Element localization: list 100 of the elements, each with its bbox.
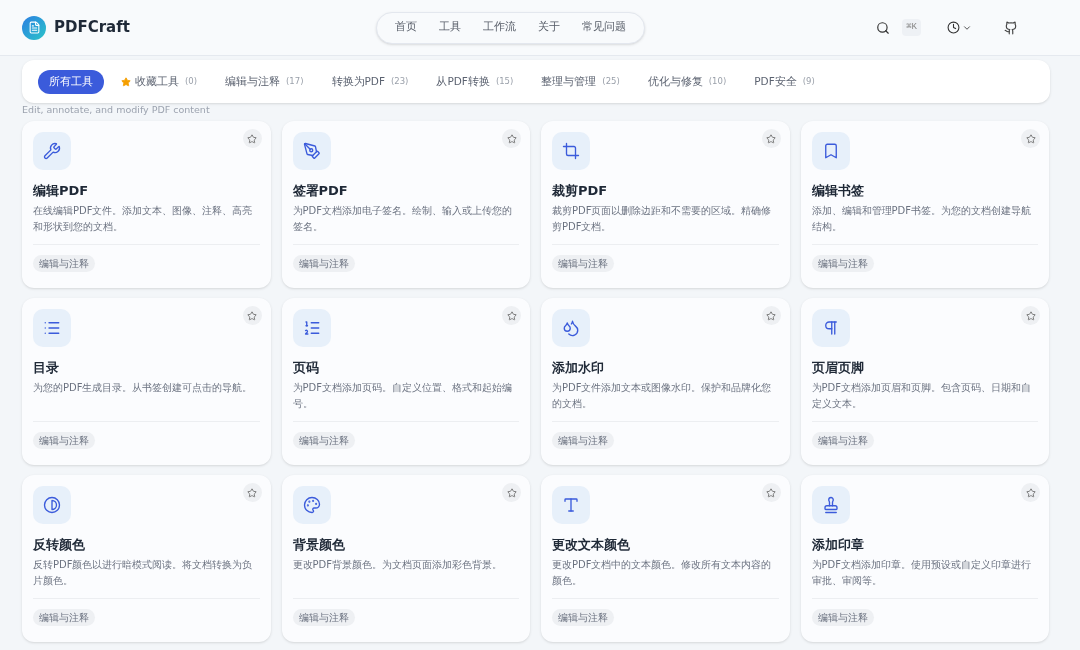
clock-icon[interactable] — [947, 21, 960, 34]
tool-description: 在线编辑PDF文件。添加文本、图像、注释、高亮和形状到您的文档。 — [33, 204, 254, 234]
favorite-button[interactable] — [761, 129, 781, 148]
favorite-button[interactable] — [502, 306, 521, 325]
category-tag: 编辑与注释 — [552, 609, 614, 626]
favorite-button[interactable] — [502, 483, 521, 502]
filter-tab[interactable]: 编辑与注释 (17) — [214, 69, 315, 94]
filter-tab[interactable]: PDF安全 (9) — [743, 69, 826, 94]
star-icon — [1025, 487, 1036, 498]
tool-description: 为PDF文档添加页码。自定义位置、格式和起始编号。 — [292, 381, 513, 411]
star-icon — [766, 487, 776, 498]
tool-title: 添加印章 — [811, 536, 865, 554]
star-icon — [506, 310, 517, 321]
category-tag: 编辑与注释 — [811, 432, 874, 449]
search-icon[interactable] — [876, 20, 891, 35]
category-tag: 编辑与注释 — [811, 609, 874, 626]
tool-description: 为PDF文档添加印章。使用预设或自定义印章进行审批、审阅等。 — [811, 558, 1032, 588]
category-tag: 编辑与注释 — [552, 255, 614, 272]
brand-name: PDFCraft — [54, 17, 130, 39]
favorite-button[interactable] — [242, 306, 262, 325]
tool-description: 反转PDF颜色以进行暗模式阅读。将文档转换为负片颜色。 — [33, 558, 254, 588]
star-icon — [1025, 310, 1036, 321]
tool-card[interactable]: 更改文本颜色 更改PDF文档中的文本颜色。修改所有文本内容的颜色。 编辑与注释 — [541, 475, 790, 642]
favorite-button[interactable] — [1021, 306, 1040, 325]
tool-description: 为PDF文档添加电子签名。绘制、输入或上传您的签名。 — [292, 204, 513, 234]
tool-title: 编辑PDF — [33, 182, 90, 200]
tool-card[interactable]: 裁剪PDF 裁剪PDF页面以删除边距和不需要的区域。精确修剪PDF文档。 编辑与注释 — [541, 121, 790, 288]
text-icon — [562, 496, 580, 514]
pen-nib-icon — [302, 142, 321, 160]
category-tag: 编辑与注释 — [552, 432, 614, 449]
filter-tab[interactable]: 优化与修复 (10) — [636, 69, 738, 94]
star-icon — [506, 487, 517, 498]
star-icon — [247, 487, 257, 498]
tool-card[interactable]: 编辑书签 添加、编辑和管理PDF书签。为您的文档创建导航结构。 编辑与注释 — [800, 121, 1049, 288]
tool-title: 背景颜色 — [292, 536, 346, 554]
tool-card[interactable]: 页眉页脚 为PDF文档添加页眉和页脚。包含页码、日期和自定义文本。 编辑与注释 — [800, 298, 1049, 465]
tool-description: 裁剪PDF页面以删除边距和不需要的区域。精确修剪PDF文档。 — [552, 204, 773, 234]
wrench-icon — [43, 142, 61, 160]
tool-card[interactable]: 添加印章 为PDF文档添加印章。使用预设或自定义印章进行审批、审阅等。 编辑与注释 — [800, 475, 1049, 642]
list-icon — [43, 319, 61, 337]
tool-description: 更改PDF文档中的文本颜色。修改所有文本内容的颜色。 — [552, 558, 773, 588]
filter-tab[interactable]: 收藏工具 (0) — [110, 69, 209, 94]
tool-card[interactable]: 目录 为您的PDF生成目录。从书签创建可点击的导航。 编辑与注释 — [22, 298, 271, 465]
star-icon — [247, 133, 257, 144]
category-tag: 编辑与注释 — [33, 609, 95, 626]
tool-description: 添加、编辑和管理PDF书签。为您的文档创建导航结构。 — [811, 204, 1032, 234]
shortcut-hint: ⌘K — [902, 18, 921, 37]
tool-title: 页眉页脚 — [811, 359, 865, 377]
favorite-button[interactable] — [761, 483, 781, 502]
tool-description: 为PDF文档添加页眉和页脚。包含页码、日期和自定义文本。 — [811, 381, 1032, 411]
github-icon[interactable] — [1004, 20, 1018, 35]
tool-title: 签署PDF — [292, 182, 349, 200]
nav-link[interactable]: 关于 — [530, 19, 568, 36]
favorite-button[interactable] — [242, 483, 262, 502]
star-icon — [1025, 133, 1036, 144]
category-subtitle: Edit, annotate, and modify PDF content — [22, 103, 211, 117]
favorite-button[interactable] — [1021, 129, 1040, 148]
category-tag: 编辑与注释 — [33, 432, 95, 449]
nav-link[interactable]: 首页 — [387, 19, 425, 36]
tool-card[interactable]: 添加水印 为PDF文件添加文本或图像水印。保护和品牌化您的文档。 编辑与注释 — [541, 298, 790, 465]
favorite-button[interactable] — [1021, 483, 1040, 502]
tool-title: 页码 — [292, 359, 320, 377]
tool-card[interactable]: 背景颜色 更改PDF背景颜色。为文档页面添加彩色背景。 编辑与注释 — [281, 475, 530, 642]
crop-icon — [562, 142, 580, 160]
logo-icon — [22, 15, 46, 40]
star-icon — [506, 133, 517, 144]
tool-title: 反转颜色 — [33, 536, 86, 554]
droplets-icon — [562, 319, 580, 337]
star-icon — [121, 76, 131, 87]
category-tag: 编辑与注释 — [33, 255, 95, 272]
category-tag: 编辑与注释 — [811, 255, 874, 272]
tool-description: 为PDF文件添加文本或图像水印。保护和品牌化您的文档。 — [552, 381, 773, 411]
nav-link[interactable]: 工作流 — [475, 19, 524, 36]
filter-tab[interactable]: 转换为PDF (23) — [320, 69, 420, 94]
tool-title: 更改文本颜色 — [552, 536, 631, 554]
category-tag: 编辑与注释 — [292, 255, 355, 272]
tool-title: 目录 — [33, 359, 60, 377]
favorite-button[interactable] — [761, 306, 781, 325]
tool-card[interactable]: 页码 为PDF文档添加页码。自定义位置、格式和起始编号。 编辑与注释 — [281, 298, 530, 465]
palette-icon — [302, 496, 321, 514]
tool-title: 添加水印 — [552, 359, 605, 377]
category-tag: 编辑与注释 — [292, 609, 355, 626]
favorite-button[interactable] — [502, 129, 521, 148]
tool-card[interactable]: 编辑PDF 在线编辑PDF文件。添加文本、图像、注释、高亮和形状到您的文档。 编辑与注释 — [22, 121, 271, 288]
favorite-button[interactable] — [242, 129, 262, 148]
tool-description: 为您的PDF生成目录。从书签创建可点击的导航。 — [33, 381, 254, 395]
contrast-icon — [43, 496, 61, 514]
tool-card[interactable]: 反转颜色 反转PDF颜色以进行暗模式阅读。将文档转换为负片颜色。 编辑与注释 — [22, 475, 271, 642]
filter-tab[interactable]: 从PDF转换 (15) — [425, 69, 525, 94]
filter-tab[interactable]: 所有工具 — [38, 69, 104, 94]
star-icon — [766, 133, 776, 144]
tool-description: 更改PDF背景颜色。为文档页面添加彩色背景。 — [292, 558, 503, 572]
star-icon — [766, 310, 776, 321]
filter-tab[interactable]: 整理与管理 (25) — [530, 69, 631, 94]
nav-link[interactable]: 常见问题 — [574, 19, 634, 36]
tool-title: 裁剪PDF — [552, 182, 609, 200]
numbered-list-icon — [302, 319, 321, 337]
category-tag: 编辑与注释 — [292, 432, 355, 449]
tool-card[interactable]: 签署PDF 为PDF文档添加电子签名。绘制、输入或上传您的签名。 编辑与注释 — [281, 121, 530, 288]
nav-link[interactable]: 工具 — [431, 19, 469, 36]
